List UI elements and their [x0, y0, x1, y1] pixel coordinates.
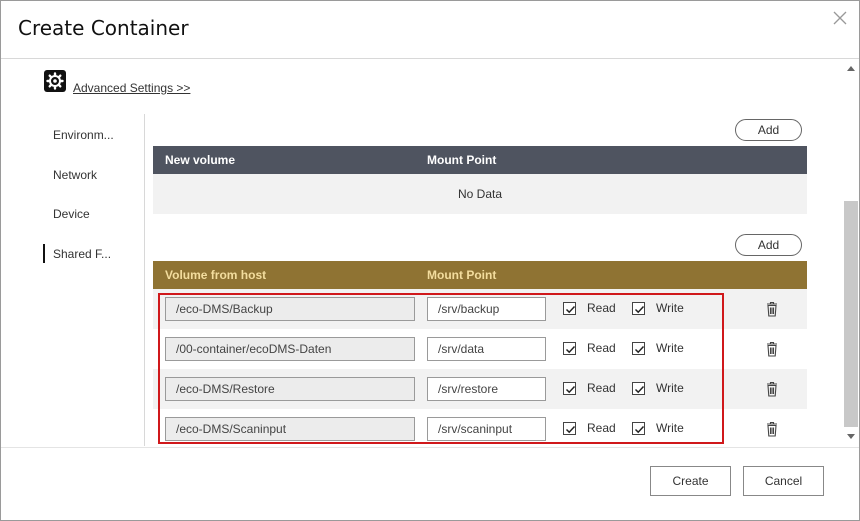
no-data-message: No Data — [153, 174, 807, 214]
title-bar: Create Container — [1, 1, 859, 59]
gear-icon[interactable] — [44, 70, 66, 92]
column-header-volume-from-host: Volume from host — [165, 268, 267, 282]
mount-point-field[interactable]: /srv/restore — [427, 377, 546, 401]
write-checkbox[interactable] — [632, 382, 645, 395]
create-button[interactable]: Create — [650, 466, 731, 496]
host-path-field[interactable]: /eco-DMS/Restore — [165, 377, 415, 401]
write-checkbox[interactable] — [632, 342, 645, 355]
host-volume-table-header: Volume from host Mount Point — [153, 261, 807, 289]
nav-item-network[interactable]: Network — [53, 168, 97, 182]
write-checkbox[interactable] — [632, 422, 645, 435]
table-row: /eco-DMS/Scaninput /srv/scaninput Read W… — [153, 409, 807, 449]
add-new-volume-button[interactable]: Add — [735, 119, 802, 141]
host-path-field[interactable]: /eco-DMS/Backup — [165, 297, 415, 321]
nav-item-shared-folders[interactable]: Shared F... — [53, 247, 111, 261]
advanced-settings-link[interactable]: Advanced Settings >> — [73, 81, 190, 95]
nav-item-device[interactable]: Device — [53, 207, 90, 221]
nav-divider — [144, 114, 145, 446]
dialog-title: Create Container — [18, 16, 189, 40]
mount-point-field[interactable]: /srv/backup — [427, 297, 546, 321]
read-checkbox[interactable] — [563, 302, 576, 315]
scroll-up-arrow-icon[interactable] — [847, 66, 855, 71]
scroll-thumb[interactable] — [844, 201, 858, 427]
trash-icon[interactable] — [766, 421, 778, 437]
write-label: Write — [656, 421, 684, 435]
add-host-volume-button[interactable]: Add — [735, 234, 802, 256]
write-label: Write — [656, 341, 684, 355]
trash-icon[interactable] — [766, 341, 778, 357]
column-header-new-volume: New volume — [165, 153, 236, 167]
create-container-dialog: Create Container Advanced Settings >> En… — [0, 0, 860, 521]
table-row: /eco-DMS/Backup /srv/backup Read Write — [153, 289, 807, 329]
column-header-mount-point: Mount Point — [427, 268, 497, 282]
nav-active-indicator — [43, 244, 45, 263]
write-label: Write — [656, 381, 684, 395]
mount-point-field[interactable]: /srv/data — [427, 337, 546, 361]
read-label: Read — [587, 341, 616, 355]
footer-divider — [1, 447, 859, 448]
read-label: Read — [587, 421, 616, 435]
write-checkbox[interactable] — [632, 302, 645, 315]
scroll-down-arrow-icon[interactable] — [847, 434, 855, 439]
new-volume-table-header: New volume Mount Point — [153, 146, 807, 174]
mount-point-field[interactable]: /srv/scaninput — [427, 417, 546, 441]
read-checkbox[interactable] — [563, 342, 576, 355]
table-row: /eco-DMS/Restore /srv/restore Read Write — [153, 369, 807, 409]
trash-icon[interactable] — [766, 381, 778, 397]
table-row: /00-container/ecoDMS-Daten /srv/data Rea… — [153, 329, 807, 369]
read-label: Read — [587, 301, 616, 315]
write-label: Write — [656, 301, 684, 315]
trash-icon[interactable] — [766, 301, 778, 317]
host-path-field[interactable]: /00-container/ecoDMS-Daten — [165, 337, 415, 361]
read-checkbox[interactable] — [563, 422, 576, 435]
read-label: Read — [587, 381, 616, 395]
column-header-mount-point: Mount Point — [427, 153, 497, 167]
cancel-button[interactable]: Cancel — [743, 466, 824, 496]
nav-item-environment[interactable]: Environm... — [53, 128, 114, 142]
read-checkbox[interactable] — [563, 382, 576, 395]
host-path-field[interactable]: /eco-DMS/Scaninput — [165, 417, 415, 441]
scrollbar[interactable] — [843, 60, 859, 446]
close-icon[interactable] — [831, 9, 849, 27]
